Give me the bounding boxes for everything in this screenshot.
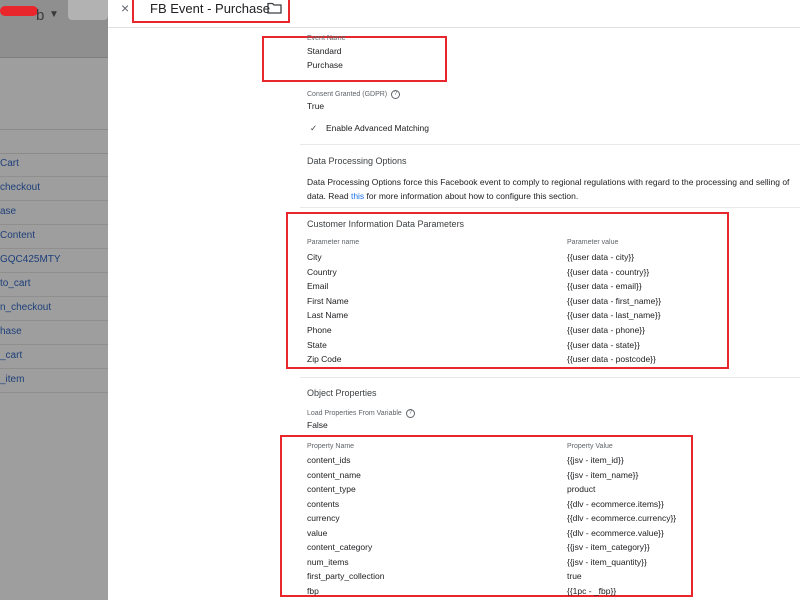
consent-value: True (307, 101, 325, 111)
page-title[interactable]: FB Event - Purchase (150, 1, 270, 16)
column-header: Property Value (567, 443, 613, 450)
property-value: {{jsv - item_id}} (567, 455, 624, 465)
event-name-label: Event Name (307, 35, 346, 42)
redaction-mark (0, 6, 38, 16)
sidebar-item[interactable]: ase (0, 200, 108, 225)
parameter-name: Email (307, 281, 329, 292)
property-name: content_name (307, 469, 361, 480)
property-name: content_category (307, 542, 373, 552)
parameter-name: Last Name (307, 310, 349, 321)
parameter-value: {{user data - phone}} (567, 325, 645, 335)
sidebar-header: b ▼ (0, 0, 108, 58)
parameter-name: Country (307, 266, 337, 277)
highlight-box (262, 36, 447, 82)
sidebar: b ▼ Cart checkout ase Content GQC425MTY to_ca… (0, 0, 108, 600)
section-divider (300, 377, 800, 378)
sidebar-item[interactable]: Content (0, 224, 108, 249)
advanced-matching-label: Enable Advanced Matching (326, 123, 430, 133)
parameter-value: {{user data - email}} (567, 281, 642, 292)
column-header: Property Name (307, 443, 355, 450)
sidebar-item[interactable]: to_cart (0, 272, 108, 297)
property-name: currency (307, 513, 340, 523)
desc-text: for more information about how to config… (364, 191, 579, 201)
tag-title-box[interactable]: FB Event - Purchase (132, 0, 290, 23)
property-value: {{dlv - ecommerce.value}} (567, 527, 664, 538)
parameter-value: {{user data - state}} (567, 339, 640, 350)
parameter-name: State (307, 339, 327, 350)
property-value: {{dlv - ecommerce.currency}} (567, 513, 677, 523)
parameter-value: {{user data - first_name}} (567, 295, 662, 306)
sidebar-item[interactable]: checkout (0, 176, 108, 201)
parameter-name: Zip Code (307, 354, 342, 365)
consent-label-text: Consent Granted (GDPR) (307, 91, 388, 98)
property-name: first_party_collection (307, 571, 385, 581)
property-name: content_ids (307, 455, 351, 465)
sidebar-item[interactable]: GQC425MTY (0, 248, 108, 273)
highlight-box (286, 212, 729, 369)
sidebar-divider (0, 129, 108, 130)
sidebar-item[interactable]: Cart (0, 152, 108, 177)
property-value: {{jsv - item_quantity}} (567, 556, 647, 567)
column-header: Parameter name (307, 239, 360, 246)
parameter-value: {{user data - city}} (567, 252, 635, 262)
property-value: true (567, 571, 582, 581)
data-processing-title: Data Processing Options (307, 156, 407, 166)
event-name-value: Purchase (307, 60, 343, 70)
header-divider (108, 27, 800, 28)
sidebar-item[interactable]: hase (0, 320, 108, 345)
parameter-value: {{user data - country}} (567, 266, 650, 277)
section-divider (300, 144, 800, 145)
sidebar-item[interactable]: _item (0, 368, 108, 393)
property-value: {{dlv - ecommerce.items}} (567, 498, 664, 509)
consent-label: Consent Granted (GDPR)? (307, 90, 401, 99)
parameter-name: City (307, 252, 322, 262)
help-icon[interactable]: ? (405, 409, 415, 418)
property-name: fbp (307, 585, 319, 596)
check-icon: ✓ (310, 123, 318, 133)
property-value: {{jsv - item_category}} (567, 542, 650, 552)
folder-icon[interactable] (267, 2, 282, 14)
parameter-name: Phone (307, 325, 332, 335)
data-processing-desc-2: data. Read this for more information abo… (307, 191, 578, 201)
parameter-value: {{user data - last_name}} (567, 310, 661, 321)
property-value: product (567, 484, 596, 494)
help-icon[interactable]: ? (391, 90, 401, 99)
property-name: contents (307, 498, 340, 509)
column-header: Parameter value (567, 239, 619, 246)
customer-params-title: Customer Information Data Parameters (307, 219, 465, 229)
data-processing-desc: Data Processing Options force this Faceb… (307, 177, 790, 187)
load-props-value: False (307, 420, 328, 430)
parameter-value: {{user data - postcode}} (567, 354, 656, 365)
sidebar-item[interactable]: n_checkout (0, 296, 108, 321)
info-link[interactable]: this (351, 191, 364, 201)
desc-text: data. Read (307, 191, 351, 201)
close-icon[interactable]: × (121, 0, 129, 16)
property-name: value (307, 527, 328, 538)
property-name: num_items (307, 556, 349, 567)
chevron-down-icon[interactable]: ▼ (49, 9, 59, 20)
workspace-name[interactable]: b (36, 7, 44, 24)
property-value: {{jsv - item_name}} (567, 469, 639, 480)
property-value: {{1pc - _fbp}} (567, 585, 617, 596)
load-props-label: Load Properties From Variable? (307, 409, 415, 418)
parameter-name: First Name (307, 295, 349, 306)
event-type-value: Standard (307, 46, 342, 56)
property-name: content_type (307, 484, 356, 494)
search-button[interactable] (68, 0, 108, 20)
sidebar-item[interactable]: _cart (0, 344, 108, 369)
object-props-title: Object Properties (307, 388, 377, 398)
section-divider (300, 207, 800, 208)
load-props-label-text: Load Properties From Variable (307, 410, 402, 417)
